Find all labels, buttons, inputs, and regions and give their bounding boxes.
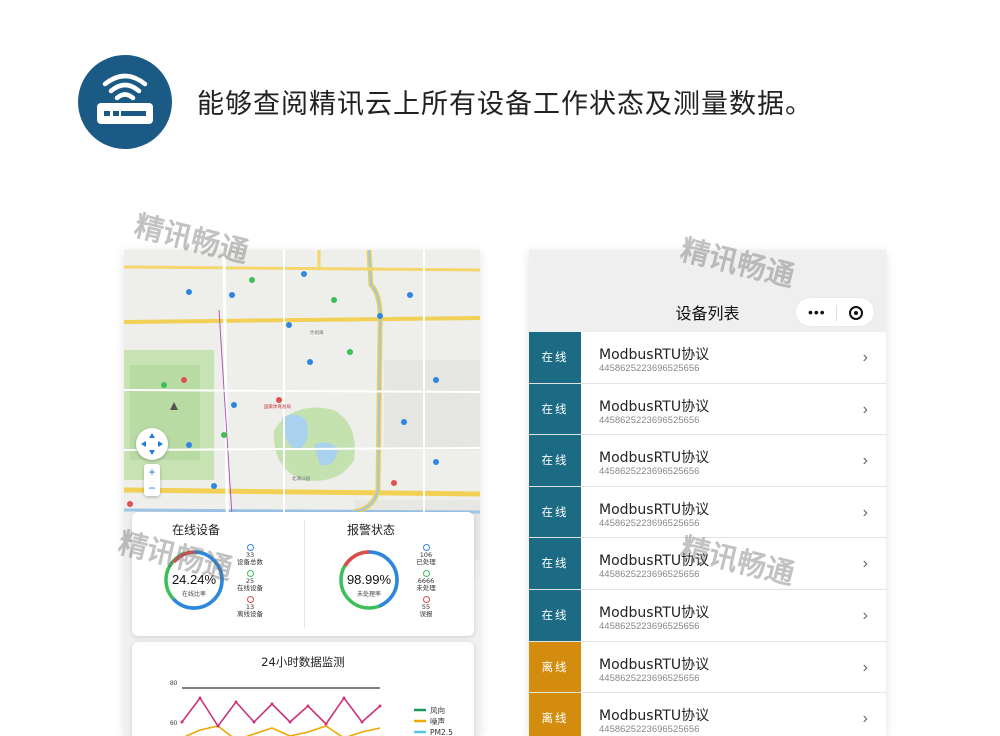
series-line (184, 725, 381, 736)
device-row[interactable]: 在线 ModbusRTU协议 4458625223696525656 › (529, 435, 886, 487)
status-badge: 在线 (529, 383, 581, 435)
data-point (342, 696, 346, 700)
device-list-screen: 设备列表 ••• 在线 ModbusRTU协议 445862522369652565… (529, 250, 886, 736)
legend-unhandled: 6666 未处理 (406, 570, 446, 592)
alarm-percent: 98.99% (346, 572, 392, 587)
data-point (306, 704, 310, 708)
device-row[interactable]: 离线 ModbusRTU协议 4458625223696525656 › (529, 641, 886, 694)
status-badge: 离线 (529, 641, 581, 693)
alarm-percent-label: 未处理率 (356, 591, 381, 598)
blue-dot-icon (422, 544, 430, 551)
chart-card: 24小时数据监测 80 60 风向 噪声 PM2.5 (132, 642, 474, 736)
device-id: 4458625223696525656 (599, 620, 700, 632)
y-tick-label: 60 (170, 720, 178, 727)
monitoring-line-chart: 80 60 风向噪声 PM2.5 (170, 680, 453, 736)
device-name: ModbusRTU协议 (599, 604, 710, 621)
device-list: 在线 ModbusRTU协议 4458625223696525656 › 在线 Modbu… (529, 332, 886, 736)
more-icon[interactable]: ••• (808, 304, 826, 320)
data-point (198, 696, 202, 700)
chevron-right-icon[interactable]: › (863, 504, 868, 522)
stats-card: 在线设备 24.24% 在线比率 33 设备总数 25 在线设备 13 离线设备 报警… (132, 512, 474, 636)
device-name: ModbusRTU协议 (599, 347, 710, 363)
device-id: 4458625223696525656 (599, 466, 700, 478)
data-point (252, 720, 256, 724)
stats-divider (304, 520, 305, 628)
legend-online-devices: 25 在线设备 (230, 570, 270, 592)
online-percent-label: 在线比率 (181, 591, 206, 598)
device-name: ModbusRTU协议 (599, 450, 710, 467)
green-dot-icon (422, 570, 430, 577)
device-name: ModbusRTU协议 (599, 398, 710, 415)
device-id: 4458625223696525656 (599, 672, 700, 684)
legend-false-alarm: 55 误报 (406, 596, 446, 618)
svg-text:国家体育总局: 国家体育总局 (264, 403, 291, 410)
status-badge: 在线 (529, 486, 581, 538)
data-point (288, 720, 292, 724)
feature-description: 能够查阅精讯云上所有设备工作状态及测量数据。 (197, 89, 813, 120)
miniprogram-capsule[interactable]: ••• (795, 297, 875, 327)
status-badge: 在线 (529, 538, 581, 589)
device-name: ModbusRTU协议 (599, 553, 710, 570)
legend-label: 噪声 (430, 716, 445, 726)
zoom-out-button[interactable]: − (144, 480, 160, 496)
online-percent: 24.24% (171, 572, 217, 587)
data-point (378, 704, 382, 708)
y-tick-label: 80 (170, 680, 178, 687)
capsule-divider (836, 305, 837, 321)
legend-handled: 106 已处理 (406, 544, 446, 566)
legend-offline-devices: 13 离线设备 (230, 596, 270, 618)
chevron-right-icon[interactable]: › (863, 607, 868, 625)
status-badge: 在线 (529, 332, 581, 383)
data-point (234, 700, 238, 704)
map-zoom-control[interactable]: + − (144, 464, 160, 496)
device-id: 4458625223696525656 (599, 517, 700, 529)
device-name: ModbusRTU协议 (599, 708, 710, 725)
svg-text:北海公园: 北海公园 (292, 475, 310, 482)
device-row[interactable]: 在线 ModbusRTU协议 4458625223696525656 › (529, 589, 886, 642)
chevron-right-icon[interactable]: › (863, 710, 868, 728)
device-row[interactable]: 在线 ModbusRTU协议 4458625223696525656 › (529, 538, 886, 590)
close-target-icon[interactable] (849, 306, 863, 320)
svg-text:什刹海: 什刹海 (310, 329, 324, 336)
zoom-in-button[interactable]: + (144, 464, 160, 480)
status-badge: 离线 (529, 693, 581, 736)
online-devices-title: 在线设备 (172, 523, 221, 537)
chevron-right-icon[interactable]: › (863, 659, 868, 677)
device-id: 4458625223696525656 (599, 569, 700, 581)
chevron-right-icon[interactable]: › (863, 349, 868, 367)
device-row[interactable]: 在线 ModbusRTU协议 4458625223696525656 › (529, 486, 886, 539)
device-name: ModbusRTU协议 (599, 501, 710, 518)
router-icon (78, 55, 172, 149)
device-id: 4458625223696525656 (599, 724, 700, 736)
data-point (324, 722, 328, 726)
device-id: 4458625223696525656 (599, 363, 700, 374)
green-dot-icon (246, 570, 254, 577)
series-line (181, 696, 381, 728)
data-point (216, 724, 220, 728)
alarm-status-title: 报警状态 (347, 523, 396, 537)
device-name: ModbusRTU协议 (599, 656, 710, 673)
data-point (270, 702, 274, 706)
legend-label: PM2.5 (430, 728, 453, 736)
status-badge: 在线 (529, 589, 581, 641)
device-row[interactable]: 在线 ModbusRTU协议 4458625223696525656 › (529, 332, 886, 384)
map-dashboard-screen: 国家体育总局 什刹海 北海公园 + − 在线设备 24.24% 在线比率 33 … (124, 250, 480, 736)
feature-showcase: 能够查阅精讯云上所有设备工作状态及测量数据。 国家体育总局 什刹海 北海公园 +… (0, 0, 1000, 736)
data-point (180, 720, 184, 724)
chevron-right-icon[interactable]: › (863, 452, 868, 470)
device-row[interactable]: 在线 ModbusRTU协议 4458625223696525656 › (529, 383, 886, 436)
blue-dot-icon (246, 544, 254, 551)
device-id: 4458625223696525656 (599, 414, 700, 426)
legend-label: 风向 (430, 705, 445, 715)
chevron-right-icon[interactable]: › (863, 401, 868, 419)
legend-total-devices: 33 设备总数 (230, 544, 270, 566)
chevron-right-icon[interactable]: › (863, 555, 868, 573)
red-dot-icon (246, 596, 254, 603)
red-dot-icon (422, 596, 430, 603)
status-badge: 在线 (529, 435, 581, 486)
data-point (360, 720, 364, 724)
map-pan-control[interactable] (136, 428, 168, 460)
nav-bar: 设备列表 ••• (529, 250, 886, 332)
device-row[interactable]: 离线 ModbusRTU协议 4458625223696525656 › (529, 693, 886, 736)
